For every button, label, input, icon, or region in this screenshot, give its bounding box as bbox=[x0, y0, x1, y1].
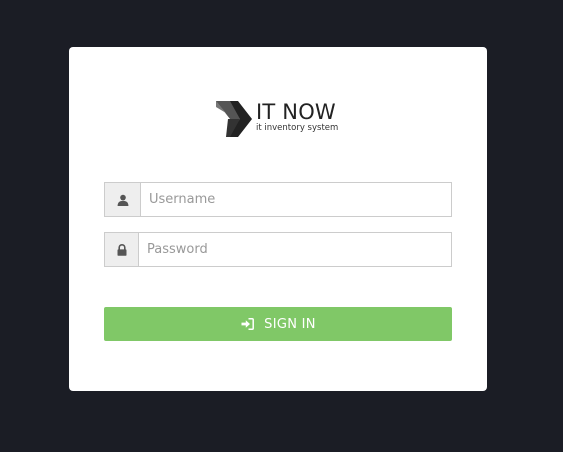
sign-in-icon bbox=[240, 317, 254, 331]
user-icon bbox=[117, 194, 128, 206]
brand-text: IT NOW it inventory system bbox=[256, 101, 338, 134]
sign-in-label: SIGN IN bbox=[264, 316, 316, 332]
username-input[interactable] bbox=[140, 182, 452, 217]
username-addon bbox=[104, 182, 140, 217]
it-now-logo-icon bbox=[216, 101, 252, 137]
username-field-group bbox=[104, 182, 452, 217]
login-card: IT NOW it inventory system S bbox=[69, 47, 487, 391]
brand-tagline: it inventory system bbox=[256, 123, 339, 133]
sign-in-button[interactable]: SIGN IN bbox=[104, 307, 452, 341]
brand-logo: IT NOW it inventory system bbox=[216, 101, 338, 139]
lock-icon bbox=[117, 243, 126, 256]
password-addon bbox=[104, 232, 138, 267]
password-field-group bbox=[104, 232, 452, 267]
password-input[interactable] bbox=[138, 232, 452, 267]
brand-name: IT NOW bbox=[256, 100, 336, 124]
